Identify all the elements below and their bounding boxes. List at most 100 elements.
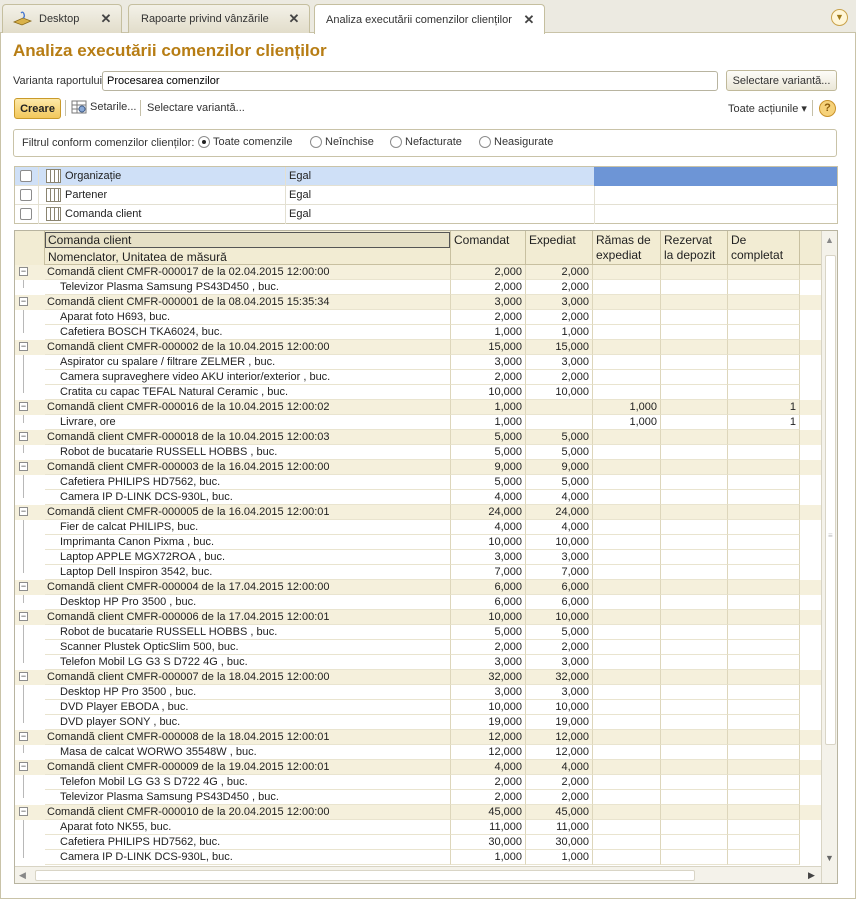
order-item-row[interactable]: Televizor Plasma Samsung PS43D450 , buc.… bbox=[15, 790, 821, 805]
collapse-icon[interactable]: − bbox=[19, 432, 28, 441]
order-item-row[interactable]: Telefon Mobil LG G3 S D722 4G , buc. 3,00… bbox=[15, 655, 821, 670]
help-icon[interactable]: ? bbox=[819, 100, 836, 117]
collapse-icon[interactable]: − bbox=[19, 342, 28, 351]
tab-order-analysis[interactable]: Analiza executării comenzilor clienților… bbox=[314, 4, 545, 34]
order-group-row[interactable]: − Comandă client CMFR-000010 de la 20.04.… bbox=[15, 805, 821, 820]
scroll-thumb[interactable] bbox=[35, 870, 695, 881]
settings-button[interactable]: Setarile... bbox=[71, 100, 136, 114]
order-item-row[interactable]: Aparat foto NK55, buc. 11,000 11,000 bbox=[15, 820, 821, 835]
tree-line bbox=[23, 655, 24, 663]
settings-value-cell[interactable] bbox=[594, 167, 837, 186]
radio-all-orders[interactable]: Toate comenzile bbox=[198, 136, 293, 148]
order-group-row[interactable]: − Comandă client CMFR-000002 de la 10.04.… bbox=[15, 340, 821, 355]
order-item-row[interactable]: Masa de calcat WORWO 35548W , buc. 12,000… bbox=[15, 745, 821, 760]
order-item-row[interactable]: Desktop HP Pro 3500 , buc. 3,000 3,000 bbox=[15, 685, 821, 700]
horizontal-scrollbar[interactable]: ◀ ▶ bbox=[15, 866, 821, 883]
column-header-to-complete[interactable]: De completat bbox=[728, 231, 800, 265]
order-item-row[interactable]: Camera IP D-LINK DCS-930L, buc. 1,000 1,00… bbox=[15, 850, 821, 865]
order-group-row[interactable]: − Comandă client CMFR-000018 de la 10.04.… bbox=[15, 430, 821, 445]
order-item-row[interactable]: Robot de bucatarie RUSSELL HOBBS , buc. 5… bbox=[15, 625, 821, 640]
collapse-icon[interactable]: − bbox=[19, 732, 28, 741]
order-group-row[interactable]: − Comandă client CMFR-000005 de la 16.04.… bbox=[15, 505, 821, 520]
close-icon[interactable]: ✕ bbox=[99, 11, 113, 27]
order-item-row[interactable]: DVD Player EBODA , buc. 10,000 10,000 bbox=[15, 700, 821, 715]
tab-sales-reports[interactable]: Rapoarte privind vânzările ✕ bbox=[128, 4, 310, 33]
order-item-row[interactable]: Cratita cu capac TEFAL Natural Ceramic ,… bbox=[15, 385, 821, 400]
checkbox[interactable] bbox=[20, 208, 32, 220]
column-header-ordered[interactable]: Comandat bbox=[451, 231, 526, 265]
order-group-row[interactable]: − Comandă client CMFR-000004 de la 17.04.… bbox=[15, 580, 821, 595]
collapse-icon[interactable]: − bbox=[19, 267, 28, 276]
order-item-row[interactable]: Robot de bucatarie RUSSELL HOBBS , buc. 5… bbox=[15, 445, 821, 460]
select-variant-button[interactable]: Selectare variantă... bbox=[726, 70, 837, 91]
checkbox[interactable] bbox=[20, 189, 32, 201]
order-item-row[interactable]: DVD player SONY , buc. 19,000 19,000 bbox=[15, 715, 821, 730]
vertical-scrollbar[interactable]: ▲ ≡ ▼ bbox=[821, 231, 837, 883]
radio-unsecured[interactable]: Neasigurate bbox=[479, 136, 553, 148]
settings-row-partner[interactable]: Partener Egal bbox=[15, 186, 837, 205]
collapse-icon[interactable]: − bbox=[19, 582, 28, 591]
collapse-icon[interactable]: − bbox=[19, 297, 28, 306]
scroll-thumb[interactable] bbox=[825, 255, 836, 745]
row-name: Comandă client CMFR-000005 de la 16.04.2… bbox=[45, 505, 451, 520]
order-group-row[interactable]: − Comandă client CMFR-000007 de la 18.04.… bbox=[15, 670, 821, 685]
column-header-remaining[interactable]: Rămas de expediat bbox=[593, 231, 661, 265]
order-item-row[interactable]: Cafetiera PHILIPS HD7562, buc. 5,000 5,000 bbox=[15, 475, 821, 490]
order-item-row[interactable]: Livrare, ore 1,000 1,000 1 bbox=[15, 415, 821, 430]
order-item-row[interactable]: Aparat foto H693, buc. 2,000 2,000 bbox=[15, 310, 821, 325]
cell-ordered: 5,000 bbox=[451, 445, 526, 460]
order-group-row[interactable]: − Comandă client CMFR-000003 de la 16.04.… bbox=[15, 460, 821, 475]
cell-ordered: 5,000 bbox=[451, 475, 526, 490]
scroll-right-icon[interactable]: ▶ bbox=[808, 870, 815, 881]
create-button[interactable]: Creare bbox=[14, 98, 61, 119]
cell-shipped: 19,000 bbox=[526, 715, 593, 730]
chevron-down-icon[interactable]: ▼ bbox=[831, 9, 848, 26]
cell-to-complete bbox=[728, 310, 800, 325]
variant-field[interactable] bbox=[102, 71, 718, 91]
close-icon[interactable]: ✕ bbox=[522, 12, 536, 28]
checkbox[interactable] bbox=[20, 170, 32, 182]
order-group-row[interactable]: − Comandă client CMFR-000008 de la 18.04.… bbox=[15, 730, 821, 745]
order-group-row[interactable]: − Comandă client CMFR-000006 de la 17.04.… bbox=[15, 610, 821, 625]
scroll-left-icon[interactable]: ◀ bbox=[19, 870, 26, 881]
order-group-row[interactable]: − Comandă client CMFR-000017 de la 02.04.… bbox=[15, 265, 821, 280]
scroll-up-icon[interactable]: ▲ bbox=[825, 235, 834, 245]
radio-unclosed[interactable]: Neînchise bbox=[310, 136, 374, 148]
column-header-reserved[interactable]: Rezervat la depozit bbox=[661, 231, 728, 265]
collapse-icon[interactable]: − bbox=[19, 402, 28, 411]
order-item-row[interactable]: Imprimanta Canon Pixma , buc. 10,000 10,00… bbox=[15, 535, 821, 550]
collapse-icon[interactable]: − bbox=[19, 672, 28, 681]
order-item-row[interactable]: Aspirator cu spalare / filtrare ZELMER ,… bbox=[15, 355, 821, 370]
collapse-icon[interactable]: − bbox=[19, 762, 28, 771]
close-icon[interactable]: ✕ bbox=[287, 11, 301, 27]
settings-row-customer-order[interactable]: Comanda client Egal bbox=[15, 205, 837, 224]
order-item-row[interactable]: Desktop HP Pro 3500 , buc. 6,000 6,000 bbox=[15, 595, 821, 610]
order-item-row[interactable]: Camera supraveghere video AKU interior/e… bbox=[15, 370, 821, 385]
collapse-icon[interactable]: − bbox=[19, 612, 28, 621]
order-group-row[interactable]: − Comandă client CMFR-000016 de la 10.04.… bbox=[15, 400, 821, 415]
settings-row-organization[interactable]: Organizație Egal bbox=[15, 167, 837, 186]
row-name: Cafetiera PHILIPS HD7562, buc. bbox=[45, 475, 451, 490]
tab-desktop[interactable]: Desktop ✕ bbox=[2, 4, 122, 33]
order-item-row[interactable]: Cafetiera PHILIPS HD7562, buc. 30,000 30,0… bbox=[15, 835, 821, 850]
order-item-row[interactable]: Telefon Mobil LG G3 S D722 4G , buc. 2,00… bbox=[15, 775, 821, 790]
collapse-icon[interactable]: − bbox=[19, 807, 28, 816]
order-group-row[interactable]: − Comandă client CMFR-000009 de la 19.04.… bbox=[15, 760, 821, 775]
collapse-icon[interactable]: − bbox=[19, 462, 28, 471]
cell-ordered: 1,000 bbox=[451, 415, 526, 430]
order-item-row[interactable]: Laptop Dell Inspiron 3542, buc. 7,000 7,00… bbox=[15, 565, 821, 580]
order-item-row[interactable]: Cafetiera BOSCH TKA6024, buc. 1,000 1,000 bbox=[15, 325, 821, 340]
radio-uninvoiced[interactable]: Nefacturate bbox=[390, 136, 462, 148]
order-item-row[interactable]: Fier de calcat PHILIPS, buc. 4,000 4,000 bbox=[15, 520, 821, 535]
collapse-icon[interactable]: − bbox=[19, 507, 28, 516]
order-item-row[interactable]: Camera IP D-LINK DCS-930L, buc. 4,000 4,00… bbox=[15, 490, 821, 505]
scroll-down-icon[interactable]: ▼ bbox=[825, 853, 834, 863]
column-header-order[interactable]: Comanda client Nomenclator, Unitatea de … bbox=[45, 231, 451, 265]
order-item-row[interactable]: Laptop APPLE MGX72ROA , buc. 3,000 3,000 bbox=[15, 550, 821, 565]
order-item-row[interactable]: Televizor Plasma Samsung PS43D450 , buc.… bbox=[15, 280, 821, 295]
order-item-row[interactable]: Scanner Plustek OpticSlim 500, buc. 2,000… bbox=[15, 640, 821, 655]
select-variant-link[interactable]: Selectare variantă... bbox=[147, 102, 245, 114]
column-header-shipped[interactable]: Expediat bbox=[526, 231, 593, 265]
order-group-row[interactable]: − Comandă client CMFR-000001 de la 08.04.… bbox=[15, 295, 821, 310]
all-actions-menu[interactable]: Toate acțiunile ▾ bbox=[728, 102, 807, 115]
